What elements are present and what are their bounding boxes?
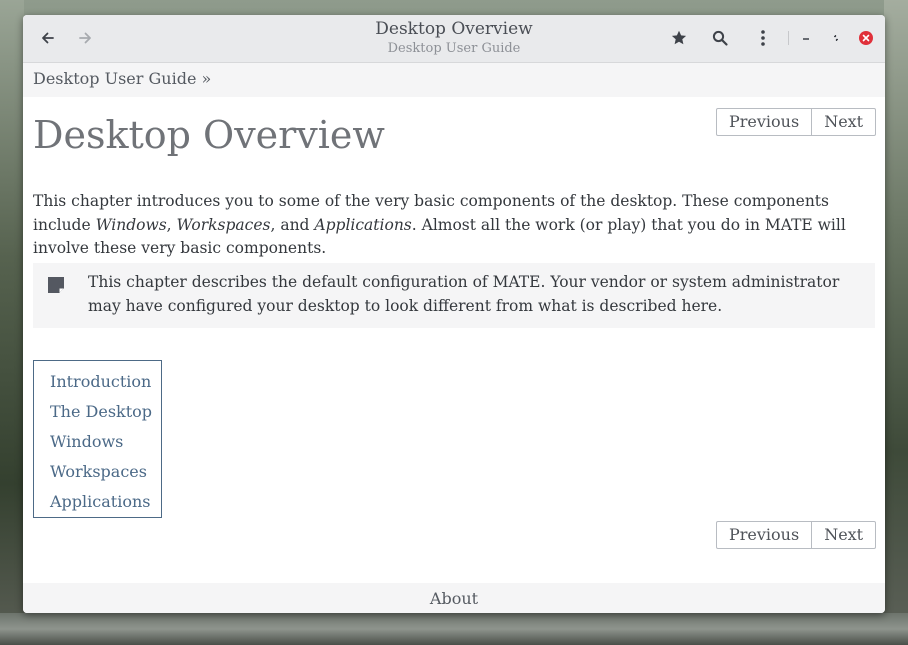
toc-link-windows[interactable]: Windows	[50, 427, 161, 457]
toc-link-the-desktop[interactable]: The Desktop	[50, 397, 161, 427]
page-title: Desktop Overview	[33, 113, 385, 157]
header-separator	[788, 31, 789, 45]
top-page-navigation: Previous Next	[716, 108, 877, 136]
table-of-contents: Introduction The Desktop Windows Workspa…	[33, 360, 162, 518]
header-bar: Desktop Overview Desktop User Guide	[23, 15, 885, 63]
emphasis-windows: Windows	[95, 215, 167, 234]
bookmark-button[interactable]	[666, 25, 692, 51]
restore-icon	[834, 35, 838, 41]
window-subtitle: Desktop User Guide	[387, 41, 521, 56]
desktop-background-left	[0, 0, 24, 645]
emphasis-workspaces: Workspaces	[176, 215, 271, 234]
about-link[interactable]: About	[23, 589, 885, 608]
menu-button[interactable]	[750, 25, 776, 51]
restore-button[interactable]	[823, 25, 849, 51]
window-title: Desktop Overview	[375, 19, 533, 39]
search-icon	[712, 30, 728, 46]
bottom-page-navigation: Previous Next	[716, 521, 877, 549]
star-icon	[671, 30, 687, 45]
minimize-button[interactable]	[793, 25, 819, 51]
emphasis-applications: Applications	[314, 215, 412, 234]
desktop-background-right	[884, 0, 908, 645]
arrow-right-icon	[79, 32, 91, 44]
help-window: Desktop Overview Desktop User Guide Desk…	[23, 15, 885, 613]
breadcrumb-link[interactable]: Desktop User Guide »	[33, 69, 211, 88]
note-icon	[48, 277, 64, 293]
toc-link-workspaces[interactable]: Workspaces	[50, 457, 161, 487]
vertical-dots-icon	[761, 30, 765, 46]
breadcrumb-bar: Desktop User Guide »	[23, 63, 885, 97]
toc-link-applications[interactable]: Applications	[50, 487, 161, 517]
toc-link-introduction[interactable]: Introduction	[50, 367, 161, 397]
previous-button-bottom[interactable]: Previous	[717, 522, 811, 548]
note-text: This chapter describes the default confi…	[88, 273, 840, 315]
forward-button[interactable]	[72, 25, 98, 51]
close-button[interactable]	[853, 25, 879, 51]
next-button-bottom[interactable]: Next	[811, 522, 875, 548]
intro-paragraph: This chapter introduces you to some of t…	[33, 190, 875, 261]
note-box: This chapter describes the default confi…	[33, 263, 875, 328]
close-icon	[859, 31, 873, 45]
intro-text: ,	[166, 215, 177, 234]
next-button-top[interactable]: Next	[811, 109, 875, 135]
window-title-block: Desktop Overview Desktop User Guide	[283, 18, 625, 58]
intro-text: , and	[270, 215, 315, 234]
arrow-left-icon	[42, 32, 54, 44]
desktop-background-bottom	[0, 613, 908, 645]
footer-bar: About	[23, 583, 885, 613]
search-button[interactable]	[707, 25, 733, 51]
minimize-icon	[803, 38, 809, 40]
previous-button-top[interactable]: Previous	[717, 109, 811, 135]
back-button[interactable]	[35, 25, 61, 51]
